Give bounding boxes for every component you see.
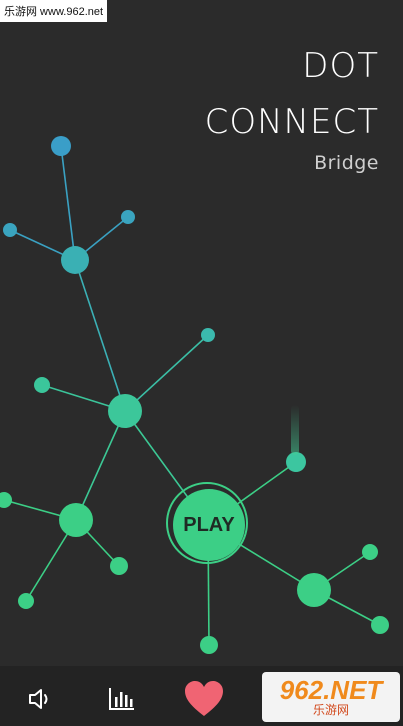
- heart-icon: [185, 681, 223, 716]
- bar-chart-icon: [109, 688, 134, 710]
- dot: [297, 573, 331, 607]
- dot: [51, 136, 71, 156]
- dot: [0, 492, 12, 508]
- dot: [61, 246, 89, 274]
- dot-network: [0, 136, 389, 654]
- watermark-logo-number: 962.NET: [279, 675, 383, 705]
- play-button[interactable]: PLAY: [173, 489, 245, 561]
- dot: [200, 636, 218, 654]
- dot: [108, 394, 142, 428]
- edge: [75, 410, 126, 521]
- dot: [34, 377, 50, 393]
- edge: [74, 259, 126, 412]
- dot: [121, 210, 135, 224]
- dot: [110, 557, 128, 575]
- watermark-logo: 962.NET 乐游网: [262, 672, 400, 722]
- dot: [3, 223, 17, 237]
- dot: [59, 503, 93, 537]
- dot: [286, 452, 306, 472]
- sound-button[interactable]: [26, 684, 56, 714]
- falling-dot-trail: [291, 405, 299, 455]
- edge: [60, 145, 76, 261]
- stats-button[interactable]: [106, 684, 138, 714]
- like-button[interactable]: [182, 678, 226, 720]
- speaker-icon: [29, 689, 48, 709]
- dot: [18, 593, 34, 609]
- watermark-logo-caption: 乐游网: [312, 703, 349, 717]
- dot: [201, 328, 215, 342]
- dot: [371, 616, 389, 634]
- dot: [362, 544, 378, 560]
